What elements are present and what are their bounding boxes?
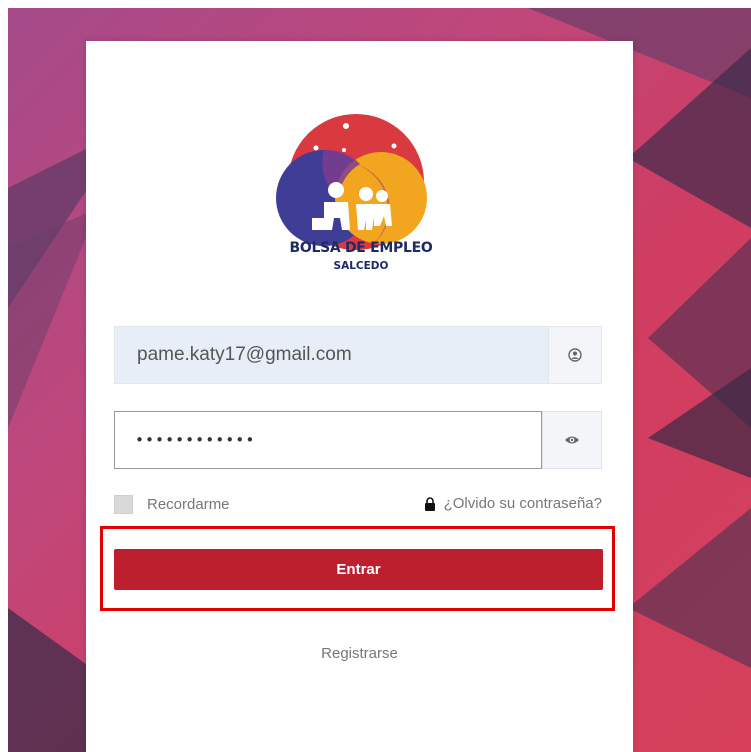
lock-icon bbox=[424, 496, 435, 511]
password-field[interactable] bbox=[114, 411, 542, 469]
email-addon bbox=[548, 327, 601, 383]
email-field[interactable] bbox=[115, 327, 550, 383]
forgot-password-label: ¿Olvido su contraseña? bbox=[443, 495, 602, 512]
brand-subtitle: SALCEDO bbox=[333, 260, 389, 272]
forgot-password-link[interactable]: ¿Olvido su contraseña? bbox=[424, 495, 602, 512]
page-background: BOLSA DE EMPLEO SALCEDO pame.katy17@gmai… bbox=[8, 8, 751, 752]
login-button[interactable]: Entrar bbox=[114, 549, 603, 590]
user-icon bbox=[568, 348, 582, 362]
bolsa-de-empleo-logo bbox=[276, 114, 427, 250]
email-field-group bbox=[114, 326, 602, 384]
password-field-group bbox=[114, 411, 602, 469]
remember-label: Recordarme bbox=[147, 496, 230, 513]
register-link[interactable]: Registrarse bbox=[86, 645, 633, 662]
login-card: BOLSA DE EMPLEO SALCEDO pame.katy17@gmai… bbox=[86, 41, 633, 752]
brand-title: BOLSA DE EMPLEO bbox=[289, 240, 433, 256]
toggle-password-button[interactable] bbox=[542, 411, 602, 469]
remember-checkbox[interactable] bbox=[114, 495, 133, 514]
remember-me[interactable]: Recordarme bbox=[114, 495, 230, 514]
eye-icon bbox=[565, 436, 579, 444]
